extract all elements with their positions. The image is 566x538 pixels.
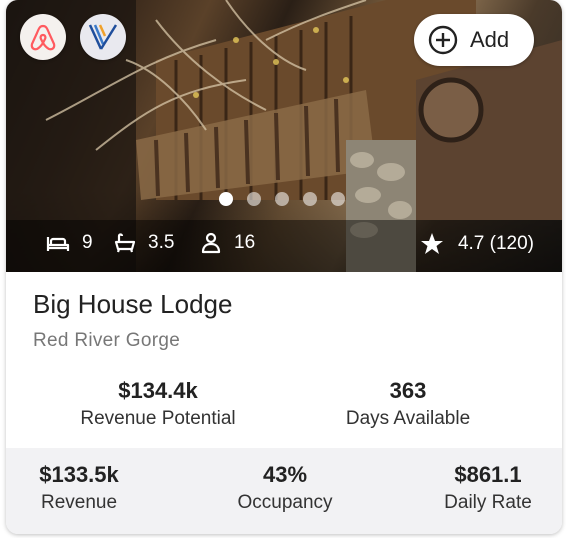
daily-rate-value: $861.1 [454,462,522,487]
beds-stat: 9 [46,232,93,254]
carousel-dot[interactable] [303,192,317,206]
airbnb-badge[interactable] [20,14,66,60]
baths-stat: 3.5 [114,232,174,254]
occupancy-value: 43% [262,462,308,487]
baths-count: 3.5 [148,232,175,253]
days-available-value: 363 [389,378,427,403]
photo-carousel-dots [219,192,345,206]
revenue-potential-metric: $134.4k Revenue Potential [58,378,258,430]
bed-icon [46,237,70,251]
carousel-dot[interactable] [331,192,345,206]
rating-value: 4.7 (120) [457,233,534,254]
plus-circle-icon [428,25,458,55]
occupancy-label: Occupancy [237,492,333,513]
days-available-label: Days Available [345,408,471,429]
carousel-dot[interactable] [219,192,233,206]
vrbo-logo-icon [88,24,118,50]
airbnb-logo-icon [30,24,56,51]
revenue-potential-label: Revenue Potential [80,408,236,429]
person-icon [201,232,221,254]
listing-stats-bar: 9 3.5 16 4.7 (120) [6,220,562,272]
revenue-label: Revenue [40,492,118,513]
days-available-metric: 363 Days Available [308,378,508,430]
listing-location: Red River Gorge [33,330,181,351]
guests-stat: 16 [200,232,255,254]
occupancy-metric: 43% Occupancy [212,462,358,514]
daily-rate-metric: $861.1 Daily Rate [415,462,561,514]
guests-count: 16 [234,232,256,253]
listing-card[interactable]: Add 9 3.5 16 4.7 (120) Big House Lodge R… [6,0,562,534]
listing-photo[interactable]: Add 9 3.5 16 4.7 (120) [6,0,562,272]
revenue-value: $133.5k [39,462,119,487]
star-icon [420,233,443,254]
listing-title[interactable]: Big House Lodge [33,289,232,320]
daily-rate-label: Daily Rate [444,492,532,513]
add-button-label: Add [470,27,510,52]
add-button[interactable]: Add [414,14,534,66]
rating-stat: 4.7 (120) [420,232,534,256]
beds-count: 9 [82,232,93,253]
revenue-potential-value: $134.4k [118,378,198,403]
vrbo-badge[interactable] [80,14,126,60]
bathtub-icon [114,233,136,253]
carousel-dot[interactable] [247,192,261,206]
revenue-metric: $133.5k Revenue [6,462,152,514]
carousel-dot[interactable] [275,192,289,206]
